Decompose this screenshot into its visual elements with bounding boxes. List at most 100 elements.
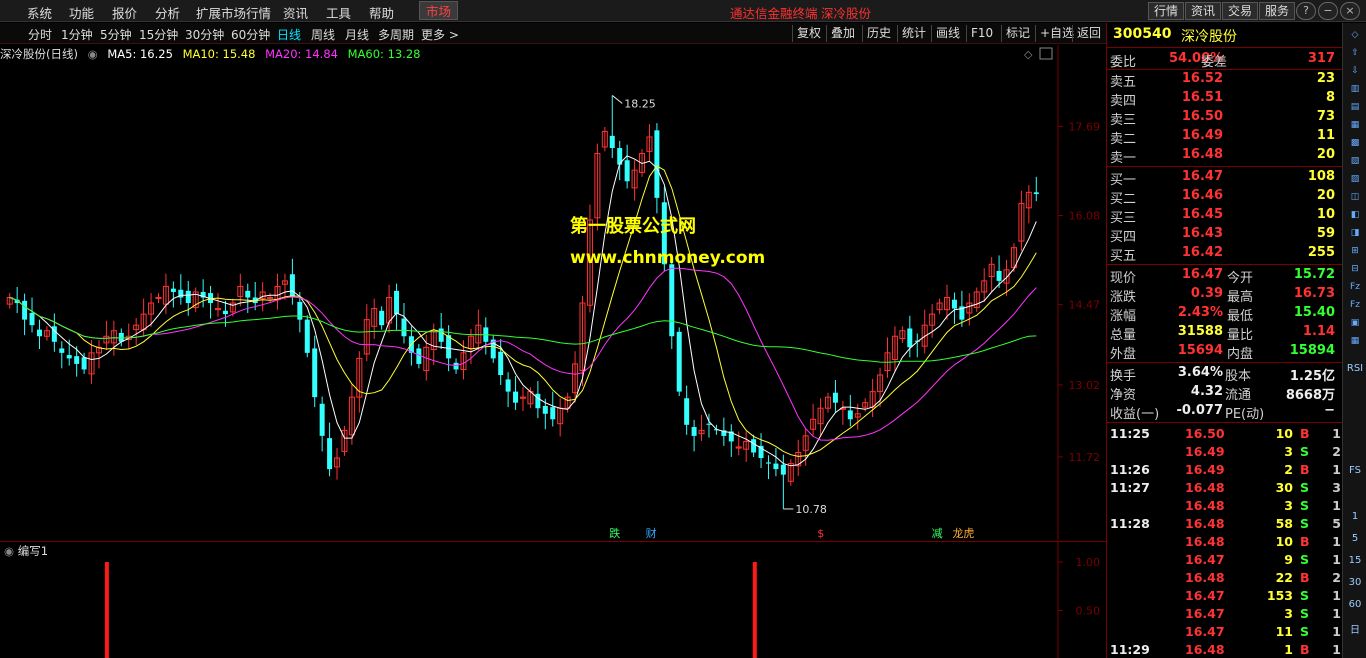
sidebar-period-6[interactable]: 60	[1345, 599, 1365, 610]
bar-icon[interactable]: ▥	[1346, 81, 1364, 97]
help-icon[interactable]: ?	[1296, 2, 1316, 20]
sidebar-period-0[interactable]: RSI	[1345, 363, 1365, 374]
grid-icon[interactable]: ▦	[1346, 117, 1364, 133]
ask-row[interactable]: 卖二 16.49 11	[1107, 127, 1343, 147]
menu-tools[interactable]: 工具	[326, 3, 351, 22]
minimize-icon[interactable]: −	[1318, 2, 1338, 20]
menu-quote[interactable]: 报价	[112, 3, 137, 22]
indicator-chart[interactable]: 1.00 0.50	[0, 541, 1106, 658]
diamond-icon[interactable]: ◇	[1346, 27, 1364, 43]
event-marker: 减	[932, 527, 943, 540]
market-tab[interactable]: 市场	[419, 1, 459, 20]
fund-value-2: −	[1324, 403, 1335, 418]
expand-icon[interactable]: ⊞	[1346, 243, 1364, 259]
layout-icon[interactable]: ▦	[1346, 333, 1364, 349]
period-1min[interactable]: 1分钟	[61, 26, 93, 43]
tick-count: 1	[1332, 624, 1341, 639]
ask-row[interactable]: 卖五 16.52 23	[1107, 70, 1343, 90]
stat-label-2: 内盘	[1227, 347, 1254, 362]
fundamental-row: 换手 3.64% 股本 1.25亿	[1107, 364, 1343, 384]
volume-icon[interactable]: ▨	[1346, 171, 1364, 187]
menu-function[interactable]: 功能	[69, 3, 94, 22]
period-60min[interactable]: 60分钟	[231, 26, 270, 43]
menu-help[interactable]: 帮助	[369, 3, 394, 22]
period-5min[interactable]: 5分钟	[100, 26, 132, 43]
menu-extended-market[interactable]: 扩展市场行情	[196, 3, 271, 22]
mark-button[interactable]: 标记	[1001, 25, 1034, 42]
period-30min[interactable]: 30分钟	[185, 26, 224, 43]
ask-row[interactable]: 卖三 16.50 73	[1107, 108, 1343, 128]
settings-icon[interactable]: ◉	[88, 47, 98, 61]
indicator-settings-icon[interactable]: ◉	[4, 544, 14, 558]
trade-button[interactable]: 交易	[1222, 2, 1259, 20]
overlay-button[interactable]: 叠加	[826, 25, 859, 42]
sidebar-period-3[interactable]: 5	[1345, 533, 1365, 544]
kline-chart[interactable]: 17.69 16.08 14.47 13.02 11.72 18.25 10.78 跌 财 $ 减龙…	[0, 45, 1106, 540]
sidebar-period-5[interactable]: 30	[1345, 577, 1365, 588]
period-weekly[interactable]: 周线	[311, 26, 335, 43]
chart-icon[interactable]: ▩	[1346, 135, 1364, 151]
adjust-button[interactable]: 复权	[792, 25, 825, 42]
candle-body-down	[312, 348, 318, 398]
candle-icon[interactable]: ▧	[1346, 153, 1364, 169]
tick-price: 16.47	[1185, 552, 1225, 567]
window-icon[interactable]: ◫	[1346, 189, 1364, 205]
bid-row[interactable]: 买一 16.47 108	[1107, 168, 1343, 188]
quote-header: 300540 深冷股份	[1107, 23, 1343, 48]
close-icon[interactable]: ×	[1340, 2, 1360, 20]
stats-button[interactable]: 统计	[897, 25, 930, 42]
bid-row[interactable]: 买三 16.45 10	[1107, 206, 1343, 226]
bid-row[interactable]: 买五 16.42 255	[1107, 244, 1343, 264]
formula-icon[interactable]: Fz	[1346, 279, 1364, 295]
signal-bar	[104, 562, 109, 658]
bid-row[interactable]: 买二 16.46 20	[1107, 187, 1343, 207]
kline-svg[interactable]: 17.69 16.08 14.47 13.02 11.72 18.25 10.78 跌 财 $ 减龙…	[0, 45, 1106, 540]
news-button[interactable]: 资讯	[1185, 2, 1222, 20]
collapse-icon[interactable]: ⊟	[1346, 261, 1364, 277]
menu-news[interactable]: 资讯	[283, 3, 308, 22]
ask-volume: 23	[1316, 71, 1335, 86]
ma20-label: MA20: 14.84	[265, 47, 338, 61]
high-label: 18.25	[624, 97, 656, 110]
back-button[interactable]: 返回	[1072, 25, 1105, 42]
period-daily[interactable]: 日线	[277, 26, 301, 43]
event-marker: 龙虎	[952, 527, 974, 540]
event-marker: 跌	[609, 526, 620, 540]
ask-price: 16.51	[1181, 90, 1223, 105]
list-icon[interactable]: ▤	[1346, 99, 1364, 115]
tick-volume: 58	[1275, 516, 1293, 531]
draw-button[interactable]: 画线	[931, 25, 964, 42]
up-arrow-icon[interactable]: ⇧	[1346, 45, 1364, 61]
sidebar-period-7[interactable]: 日	[1345, 621, 1365, 636]
period-tick[interactable]: 分时	[28, 26, 52, 43]
period-multi[interactable]: 多周期	[378, 26, 414, 43]
candle-body-down	[765, 462, 771, 464]
f10-button[interactable]: F10	[966, 25, 997, 42]
panel-icon[interactable]: ◨	[1346, 225, 1364, 241]
low-label: 10.78	[795, 503, 827, 516]
history-button[interactable]: 历史	[862, 25, 895, 42]
tick-price: 16.48	[1185, 570, 1225, 585]
sidebar-period-1[interactable]: FS	[1345, 465, 1365, 476]
tick-price: 16.47	[1185, 606, 1225, 621]
quote-button[interactable]: 行情	[1148, 2, 1185, 20]
period-15min[interactable]: 15分钟	[139, 26, 178, 43]
ask-row[interactable]: 卖四 16.51 8	[1107, 89, 1343, 109]
down-arrow-icon[interactable]: ⇩	[1346, 63, 1364, 79]
ask-row[interactable]: 卖一 16.48 20	[1107, 146, 1343, 166]
formula-icon-2[interactable]: Fz	[1346, 297, 1364, 313]
period-more[interactable]: 更多 >	[421, 26, 459, 43]
menu-system[interactable]: 系统	[27, 3, 52, 22]
menu-analysis[interactable]: 分析	[155, 3, 180, 22]
service-button[interactable]: 服务	[1259, 2, 1296, 20]
period-monthly[interactable]: 月线	[345, 26, 369, 43]
sidebar-period-2[interactable]: 1	[1345, 511, 1365, 522]
tick-side: S	[1300, 498, 1310, 513]
candle-body-down	[401, 318, 407, 337]
bid-row[interactable]: 买四 16.43 59	[1107, 225, 1343, 245]
split-icon[interactable]: ◧	[1346, 207, 1364, 223]
stat-label: 现价	[1110, 271, 1137, 286]
sidebar-period-4[interactable]: 15	[1345, 555, 1365, 566]
box-icon[interactable]: ▣	[1346, 315, 1364, 331]
tick-price: 16.50	[1185, 426, 1225, 441]
